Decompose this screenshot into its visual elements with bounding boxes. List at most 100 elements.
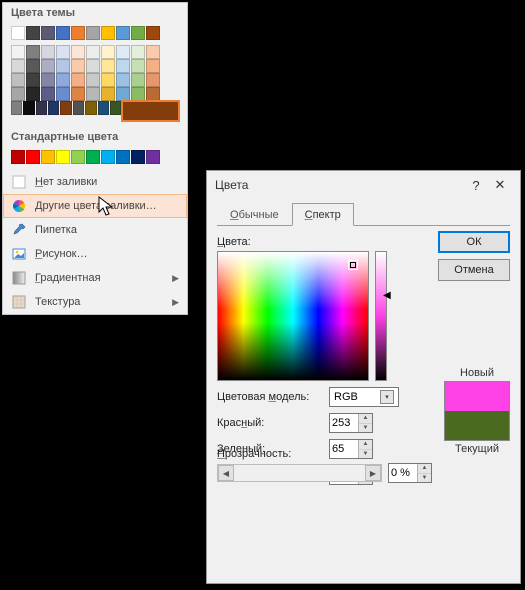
standard-swatch[interactable] bbox=[56, 150, 70, 164]
theme-swatch[interactable] bbox=[116, 45, 130, 59]
theme-swatch[interactable] bbox=[101, 45, 115, 59]
theme-swatch[interactable] bbox=[116, 26, 130, 40]
theme-swatch[interactable] bbox=[101, 87, 115, 101]
spectrum-picker[interactable] bbox=[217, 251, 369, 381]
theme-swatch[interactable] bbox=[26, 59, 40, 73]
theme-swatch[interactable] bbox=[41, 87, 55, 101]
theme-swatch[interactable] bbox=[56, 87, 70, 101]
theme-swatch[interactable] bbox=[110, 101, 121, 115]
close-button[interactable]: ✕ bbox=[488, 177, 512, 193]
texture-icon bbox=[11, 294, 27, 310]
scroll-right-icon[interactable]: ▶ bbox=[365, 465, 381, 481]
theme-swatch[interactable] bbox=[131, 87, 145, 101]
theme-swatch[interactable] bbox=[146, 45, 160, 59]
theme-swatch[interactable] bbox=[116, 59, 130, 73]
standard-swatch[interactable] bbox=[131, 150, 145, 164]
theme-swatch[interactable] bbox=[48, 101, 59, 115]
theme-swatch[interactable] bbox=[71, 26, 85, 40]
transparency-slider[interactable]: ◀ ▶ bbox=[217, 464, 382, 482]
theme-swatch[interactable] bbox=[26, 73, 40, 87]
standard-swatch[interactable] bbox=[116, 150, 130, 164]
theme-swatch[interactable] bbox=[56, 59, 70, 73]
standard-swatch[interactable] bbox=[71, 150, 85, 164]
theme-swatch[interactable] bbox=[131, 26, 145, 40]
transparency-spinner[interactable]: ▲▼ bbox=[388, 463, 432, 483]
theme-swatch[interactable] bbox=[86, 87, 100, 101]
theme-swatch[interactable] bbox=[11, 59, 25, 73]
theme-swatch[interactable] bbox=[56, 73, 70, 87]
theme-swatch[interactable] bbox=[11, 26, 25, 40]
theme-swatch[interactable] bbox=[86, 73, 100, 87]
theme-swatch[interactable] bbox=[11, 87, 25, 101]
luminance-pointer-icon[interactable]: ◀ bbox=[383, 290, 391, 301]
tab-spectrum[interactable]: Спектр bbox=[292, 203, 354, 226]
theme-swatch[interactable] bbox=[116, 87, 130, 101]
theme-swatch[interactable] bbox=[26, 45, 40, 59]
standard-swatch[interactable] bbox=[146, 150, 160, 164]
theme-swatch[interactable] bbox=[146, 59, 160, 73]
spin-up-icon[interactable]: ▲ bbox=[418, 464, 431, 474]
standard-swatch[interactable] bbox=[101, 150, 115, 164]
theme-swatch[interactable] bbox=[86, 26, 100, 40]
theme-swatch[interactable] bbox=[101, 73, 115, 87]
ok-button[interactable]: ОК bbox=[438, 231, 510, 253]
theme-swatch[interactable] bbox=[36, 101, 47, 115]
standard-swatch[interactable] bbox=[86, 150, 100, 164]
theme-swatch[interactable] bbox=[71, 45, 85, 59]
help-button[interactable]: ? bbox=[464, 178, 488, 193]
theme-swatch[interactable] bbox=[60, 101, 71, 115]
theme-swatch[interactable] bbox=[116, 73, 130, 87]
spin-down-icon[interactable]: ▼ bbox=[418, 474, 431, 483]
standard-swatch[interactable] bbox=[26, 150, 40, 164]
red-spinner[interactable]: ▲▼ bbox=[329, 413, 373, 433]
spin-up-icon[interactable]: ▲ bbox=[359, 414, 372, 424]
theme-swatch[interactable] bbox=[101, 26, 115, 40]
theme-swatch[interactable] bbox=[41, 73, 55, 87]
theme-swatch[interactable] bbox=[98, 101, 109, 115]
theme-swatch[interactable] bbox=[71, 59, 85, 73]
scroll-left-icon[interactable]: ◀ bbox=[218, 465, 234, 481]
theme-swatch[interactable] bbox=[146, 26, 160, 40]
theme-swatch[interactable] bbox=[71, 73, 85, 87]
theme-swatch[interactable] bbox=[56, 45, 70, 59]
theme-swatch[interactable] bbox=[86, 59, 100, 73]
theme-swatch[interactable] bbox=[26, 87, 40, 101]
color-model-select[interactable]: RGB ▾ bbox=[329, 387, 399, 407]
theme-swatch[interactable] bbox=[131, 59, 145, 73]
cancel-button[interactable]: Отмена bbox=[438, 259, 510, 281]
texture-item[interactable]: Текстура ▶ bbox=[3, 290, 187, 314]
theme-swatch[interactable] bbox=[41, 59, 55, 73]
theme-swatch[interactable] bbox=[56, 26, 70, 40]
theme-swatch[interactable] bbox=[11, 101, 22, 115]
standard-swatch[interactable] bbox=[41, 150, 55, 164]
theme-swatch[interactable] bbox=[146, 87, 160, 101]
standard-swatch[interactable] bbox=[11, 150, 25, 164]
no-fill-item[interactable]: Нет заливки bbox=[3, 170, 187, 194]
theme-swatch[interactable] bbox=[71, 87, 85, 101]
theme-swatch[interactable] bbox=[122, 101, 179, 121]
theme-swatch[interactable] bbox=[85, 101, 96, 115]
theme-swatch[interactable] bbox=[131, 45, 145, 59]
tab-standard[interactable]: Обычные bbox=[217, 203, 292, 226]
no-fill-icon bbox=[11, 174, 27, 190]
theme-swatch[interactable] bbox=[131, 73, 145, 87]
eyedropper-item[interactable]: Пипетка bbox=[3, 218, 187, 242]
theme-swatch[interactable] bbox=[41, 26, 55, 40]
gradient-item[interactable]: Градиентная ▶ bbox=[3, 266, 187, 290]
colors-dialog: Цвета ? ✕ Обычные Спектр ОК Отмена Цвета… bbox=[206, 170, 521, 584]
theme-swatch[interactable] bbox=[101, 59, 115, 73]
theme-swatch[interactable] bbox=[86, 45, 100, 59]
theme-swatch[interactable] bbox=[26, 26, 40, 40]
chevron-down-icon: ▾ bbox=[380, 390, 394, 404]
spectrum-crosshair[interactable] bbox=[348, 260, 358, 270]
theme-swatch[interactable] bbox=[11, 73, 25, 87]
luminance-slider[interactable] bbox=[375, 251, 387, 381]
theme-swatch[interactable] bbox=[23, 101, 34, 115]
theme-swatch[interactable] bbox=[73, 101, 84, 115]
picture-item[interactable]: Рисунок… bbox=[3, 242, 187, 266]
more-fill-colors-item[interactable]: Другие цвета заливки… bbox=[3, 194, 187, 218]
spin-down-icon[interactable]: ▼ bbox=[359, 424, 372, 433]
theme-swatch[interactable] bbox=[41, 45, 55, 59]
theme-swatch[interactable] bbox=[146, 73, 160, 87]
theme-swatch[interactable] bbox=[11, 45, 25, 59]
